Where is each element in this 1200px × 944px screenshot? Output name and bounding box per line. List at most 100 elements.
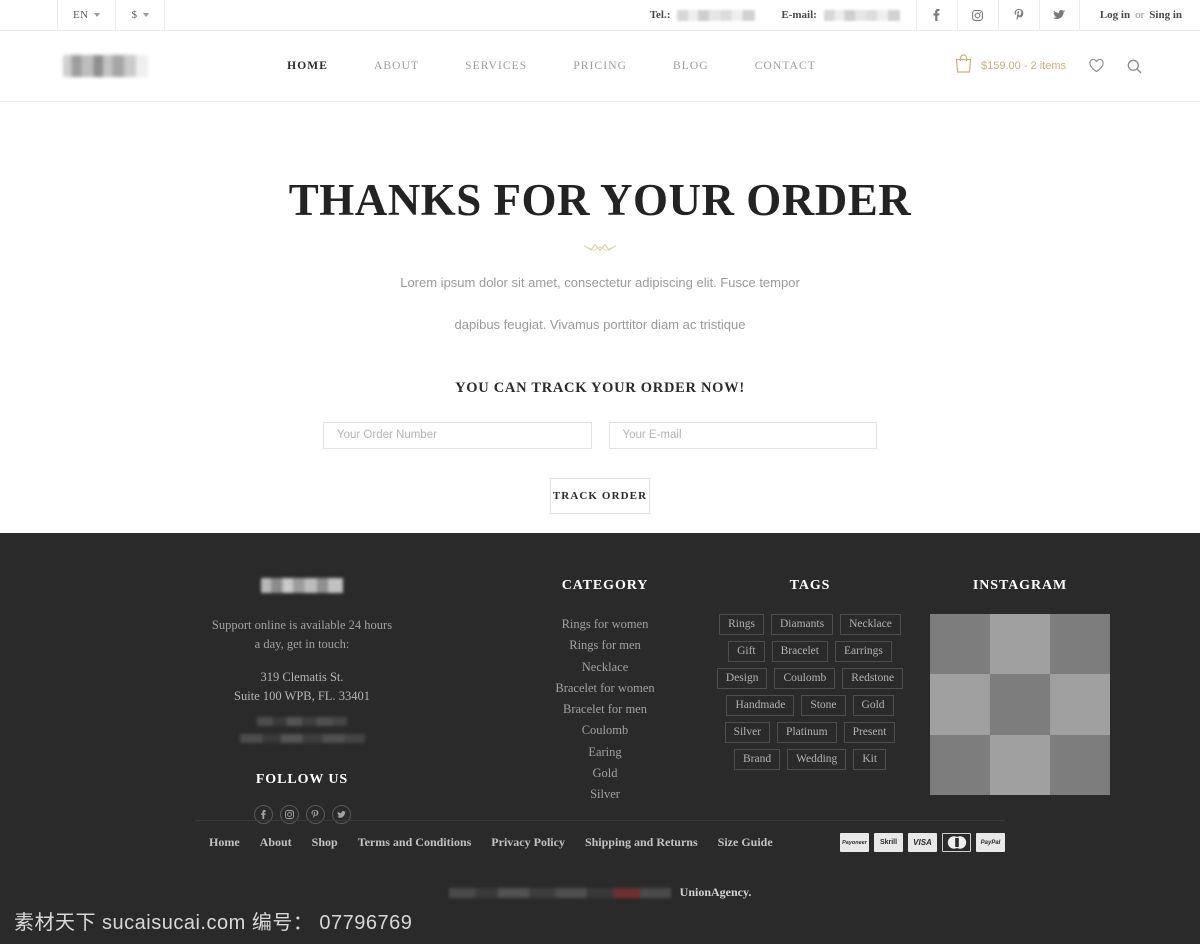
tag-redstone[interactable]: Redstone — [842, 668, 904, 689]
instagram-thumbnail[interactable] — [1050, 734, 1111, 795]
nav-item-pricing[interactable]: PRICING — [573, 60, 627, 72]
footer-link-about[interactable]: About — [260, 835, 292, 850]
twitter-icon[interactable] — [331, 805, 351, 824]
tag-handmade[interactable]: Handmade — [726, 695, 795, 716]
footer-column-category: CATEGORY Rings for women Rings for men N… — [510, 578, 700, 824]
tag-stone[interactable]: Stone — [801, 695, 846, 716]
category-item-rings-for-men[interactable]: Rings for men — [510, 635, 700, 656]
auth-links: Log in or Sing in — [1080, 0, 1200, 30]
pinterest-icon[interactable] — [997, 0, 1039, 30]
email-input[interactable] — [608, 421, 877, 449]
instagram-icon[interactable] — [279, 805, 299, 824]
chevron-down-icon — [143, 13, 150, 17]
hero-paragraph-line2: dapibus feugiat. Vivamus porttitor diam … — [454, 316, 746, 332]
visa-icon[interactable]: VISA — [908, 833, 937, 852]
tag-kit[interactable]: Kit — [853, 749, 887, 770]
tag-gold[interactable]: Gold — [852, 695, 894, 716]
category-item-necklace[interactable]: Necklace — [510, 657, 700, 678]
nav-item-about[interactable]: ABOUT — [374, 60, 419, 72]
tag-gift[interactable]: Gift — [728, 641, 765, 662]
footer-column-about: Support online is available 24 hours a d… — [152, 578, 452, 824]
track-order-button[interactable]: TRACK ORDER — [550, 477, 650, 514]
main-navigation: HOME ABOUT SERVICES PRICING BLOG CONTACT — [148, 60, 955, 72]
skrill-icon[interactable]: Skrill — [874, 833, 903, 852]
footer-address-line2: Suite 100 WPB, FL. 33401 — [234, 689, 370, 703]
track-order-heading: YOU CAN TRACK YOUR ORDER NOW! — [455, 379, 745, 396]
nav-item-services[interactable]: SERVICES — [465, 60, 527, 72]
tag-design[interactable]: Design — [716, 668, 768, 689]
footer-column-instagram: INSTAGRAM — [920, 578, 1120, 824]
instagram-thumbnail[interactable] — [1050, 674, 1111, 735]
category-item-earing[interactable]: Earing — [510, 742, 700, 763]
twitter-icon[interactable] — [1038, 0, 1080, 30]
tag-rings[interactable]: Rings — [719, 614, 764, 635]
tags-heading: TAGS — [789, 578, 831, 593]
category-item-coulomb[interactable]: Coulomb — [510, 720, 700, 741]
tag-present[interactable]: Present — [843, 722, 896, 743]
top-bar-social — [915, 0, 1080, 30]
tag-diamants[interactable]: Diamants — [770, 614, 834, 635]
category-item-rings-for-women[interactable]: Rings for women — [510, 614, 700, 635]
category-item-gold[interactable]: Gold — [510, 763, 700, 784]
instagram-icon[interactable] — [956, 0, 998, 30]
tag-bracelet[interactable]: Bracelet — [771, 641, 828, 662]
order-number-input[interactable] — [323, 421, 592, 449]
skrill-label: Skrill — [879, 839, 898, 846]
instagram-thumbnail[interactable] — [989, 614, 1051, 675]
instagram-thumbnail[interactable] — [989, 674, 1051, 735]
tag-cloud: Rings Diamants Necklace Gift Bracelet Ea… — [710, 614, 910, 770]
instagram-thumbnail[interactable] — [929, 674, 990, 735]
category-item-bracelet-for-men[interactable]: Bracelet for men — [510, 699, 700, 720]
site-logo[interactable] — [63, 55, 148, 77]
tag-necklace[interactable]: Necklace — [840, 614, 901, 635]
top-bar-contact: Tel.: E-mail: — [650, 0, 916, 30]
tag-coulomb[interactable]: Coulomb — [774, 668, 836, 689]
footer-link-privacy-policy[interactable]: Privacy Policy — [491, 835, 565, 850]
tag-wedding[interactable]: Wedding — [787, 749, 847, 770]
tag-silver[interactable]: Silver — [724, 722, 771, 743]
footer-link-shop[interactable]: Shop — [312, 835, 338, 850]
telephone-label: Tel.: — [649, 9, 671, 21]
nav-item-home[interactable]: HOME — [287, 60, 328, 72]
copyright-row: UnionAgency. — [0, 885, 1200, 900]
signin-link[interactable]: Sing in — [1149, 9, 1182, 21]
shopping-bag-icon — [955, 54, 972, 78]
nav-item-blog[interactable]: BLOG — [673, 60, 709, 72]
language-selector[interactable]: EN — [57, 0, 117, 30]
category-list: Rings for women Rings for men Necklace B… — [510, 614, 700, 806]
footer-logo[interactable] — [261, 578, 343, 593]
footer-link-terms-and-conditions[interactable]: Terms and Conditions — [358, 835, 472, 850]
tag-brand[interactable]: Brand — [733, 749, 781, 770]
facebook-icon[interactable] — [253, 805, 273, 824]
search-button[interactable] — [1127, 59, 1142, 74]
nav-item-contact[interactable]: CONTACT — [755, 60, 816, 72]
wishlist-button[interactable] — [1089, 59, 1104, 73]
footer-link-size-guide[interactable]: Size Guide — [718, 835, 773, 850]
footer-link-home[interactable]: Home — [209, 835, 240, 850]
tag-platinum[interactable]: Platinum — [777, 722, 837, 743]
visa-label: VISA — [913, 838, 932, 847]
instagram-thumbnail[interactable] — [1050, 614, 1111, 675]
category-item-silver[interactable]: Silver — [510, 784, 700, 805]
footer-link-shipping-and-returns[interactable]: Shipping and Returns — [585, 835, 698, 850]
copyright-brand: UnionAgency. — [679, 885, 752, 899]
paypal-icon[interactable]: PayPal — [976, 833, 1005, 852]
instagram-thumbnail[interactable] — [989, 734, 1051, 795]
footer-bottom-bar: Home About Shop Terms and Conditions Pri… — [0, 833, 1200, 852]
category-item-bracelet-for-women[interactable]: Bracelet for women — [510, 678, 700, 699]
payoneer-icon[interactable]: Payoneer — [840, 833, 869, 852]
instagram-thumbnail[interactable] — [929, 614, 990, 675]
pinterest-icon[interactable] — [305, 805, 325, 824]
category-heading: CATEGORY — [561, 578, 649, 593]
mastercard-icon[interactable] — [942, 833, 971, 852]
currency-selector-label: $ — [131, 9, 138, 21]
crown-divider-icon — [583, 240, 617, 251]
currency-selector[interactable]: $ — [116, 0, 166, 30]
cart-button[interactable]: $159.00 - 2 items — [955, 54, 1066, 78]
login-link[interactable]: Log in — [1100, 9, 1130, 21]
facebook-icon[interactable] — [915, 0, 957, 30]
instagram-thumbnail[interactable] — [929, 734, 990, 795]
footer-column-tags: TAGS Rings Diamants Necklace Gift Bracel… — [710, 578, 910, 824]
tag-earrings[interactable]: Earrings — [834, 641, 892, 662]
footer-email-redacted — [239, 734, 365, 743]
